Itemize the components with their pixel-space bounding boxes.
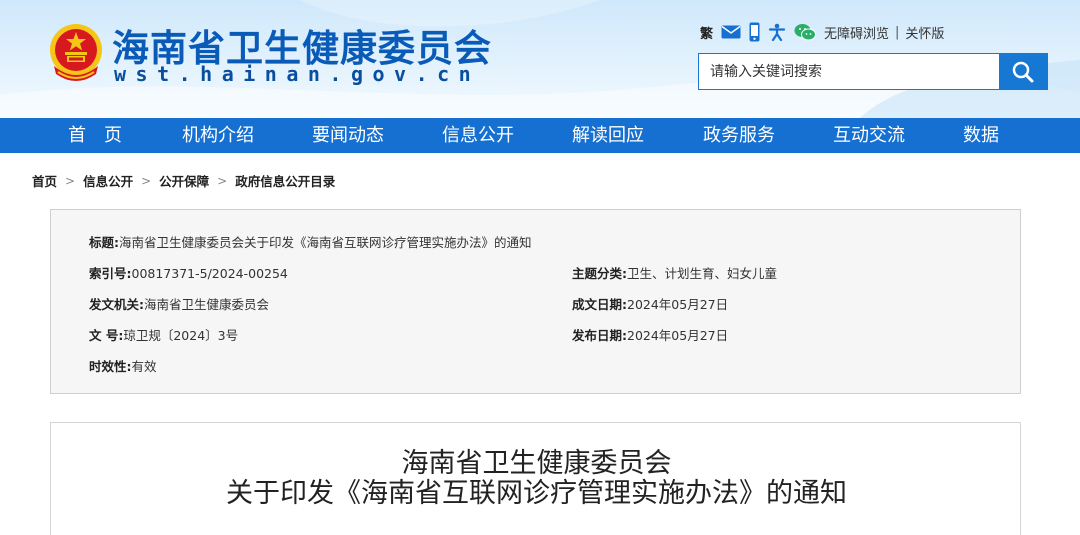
nav-item-interaction[interactable]: 互动交流 [833, 118, 905, 153]
meta-title-label: 标题: [89, 235, 119, 250]
nav-item-home[interactable]: 首 页 [68, 118, 122, 153]
meta-published-date-value: 2024年05月27日 [627, 328, 729, 343]
breadcrumb-info-disclosure[interactable]: 信息公开 [83, 171, 133, 190]
meta-doc-number-label: 文 号: [89, 328, 124, 343]
main-nav: 首 页 机构介绍 要闻动态 信息公开 解读回应 政务服务 互动交流 数据 [0, 118, 1080, 153]
accessibility-icon[interactable] [768, 23, 786, 41]
meta-issuer-label: 发文机关: [89, 297, 144, 312]
meta-published-date: 发布日期:2024年05月27日 [572, 325, 728, 344]
site-domain: wst.hainan.gov.cn [114, 62, 481, 86]
traditional-chinese-toggle[interactable]: 繁 [700, 23, 713, 42]
meta-validity-label: 时效性: [89, 359, 132, 374]
mobile-phone-icon[interactable] [749, 22, 760, 42]
breadcrumb-separator: > [141, 173, 152, 188]
search-icon [1012, 61, 1034, 82]
meta-title-value: 海南省卫生健康委员会关于印发《海南省互联网诊疗管理实施办法》的通知 [119, 235, 532, 250]
tools-separator: | [895, 24, 900, 40]
breadcrumb: 首页 > 信息公开 > 公开保障 > 政府信息公开目录 [32, 171, 335, 190]
meta-written-date: 成文日期:2024年05月27日 [572, 294, 728, 313]
document-body: 海南省卫生健康委员会 关于印发《海南省互联网诊疗管理实施办法》的通知 [50, 422, 1021, 535]
meta-doc-number: 文 号:琼卫规〔2024〕3号 [89, 325, 238, 344]
nav-item-news[interactable]: 要闻动态 [312, 118, 384, 153]
meta-validity-value: 有效 [131, 359, 157, 374]
nav-item-institution[interactable]: 机构介绍 [182, 118, 254, 153]
meta-doc-number-value: 琼卫规〔2024〕3号 [123, 328, 239, 343]
breadcrumb-separator: > [217, 173, 228, 188]
nav-item-gov-services[interactable]: 政务服务 [703, 118, 775, 153]
meta-validity: 时效性:有效 [89, 356, 157, 375]
wechat-icon[interactable] [794, 23, 817, 41]
meta-written-date-value: 2024年05月27日 [627, 297, 729, 312]
breadcrumb-home[interactable]: 首页 [32, 171, 57, 190]
national-emblem-icon[interactable] [46, 22, 106, 84]
search-box [698, 53, 1048, 90]
breadcrumb-disclosure-guarantee[interactable]: 公开保障 [159, 171, 209, 190]
meta-topic: 主题分类:卫生、计划生育、妇女儿童 [572, 263, 777, 282]
search-input[interactable] [699, 54, 999, 89]
nav-item-interpretation[interactable]: 解读回应 [572, 118, 644, 153]
meta-index: 索引号:00817371-5/2024-00254 [89, 263, 288, 282]
document-metadata-box: 标题:海南省卫生健康委员会关于印发《海南省互联网诊疗管理实施办法》的通知 索引号… [50, 209, 1021, 394]
care-version-link[interactable]: 关怀版 [905, 23, 944, 42]
nav-item-info-disclosure[interactable]: 信息公开 [442, 118, 514, 153]
meta-topic-value: 卫生、计划生育、妇女儿童 [627, 266, 778, 281]
meta-published-date-label: 发布日期: [572, 328, 627, 343]
mail-icon[interactable] [721, 25, 741, 39]
site-header: 海南省卫生健康委员会 wst.hainan.gov.cn 繁 无障碍浏览 | 关… [0, 0, 1080, 118]
meta-written-date-label: 成文日期: [572, 297, 627, 312]
meta-topic-label: 主题分类: [572, 266, 627, 281]
meta-index-value: 00817371-5/2024-00254 [131, 266, 288, 281]
breadcrumb-catalog[interactable]: 政府信息公开目录 [235, 171, 335, 190]
meta-issuer: 发文机关:海南省卫生健康委员会 [89, 294, 269, 313]
meta-index-label: 索引号: [89, 266, 132, 281]
barrier-free-link[interactable]: 无障碍浏览 [824, 23, 889, 42]
nav-item-data[interactable]: 数据 [963, 118, 999, 153]
meta-issuer-value: 海南省卫生健康委员会 [144, 297, 270, 312]
meta-title: 标题:海南省卫生健康委员会关于印发《海南省互联网诊疗管理实施办法》的通知 [89, 232, 532, 251]
document-title-line2: 关于印发《海南省互联网诊疗管理实施办法》的通知 [226, 478, 847, 509]
breadcrumb-separator: > [65, 173, 76, 188]
header-tools: 繁 无障碍浏览 | 关怀版 [700, 22, 944, 42]
search-button[interactable] [999, 54, 1047, 89]
